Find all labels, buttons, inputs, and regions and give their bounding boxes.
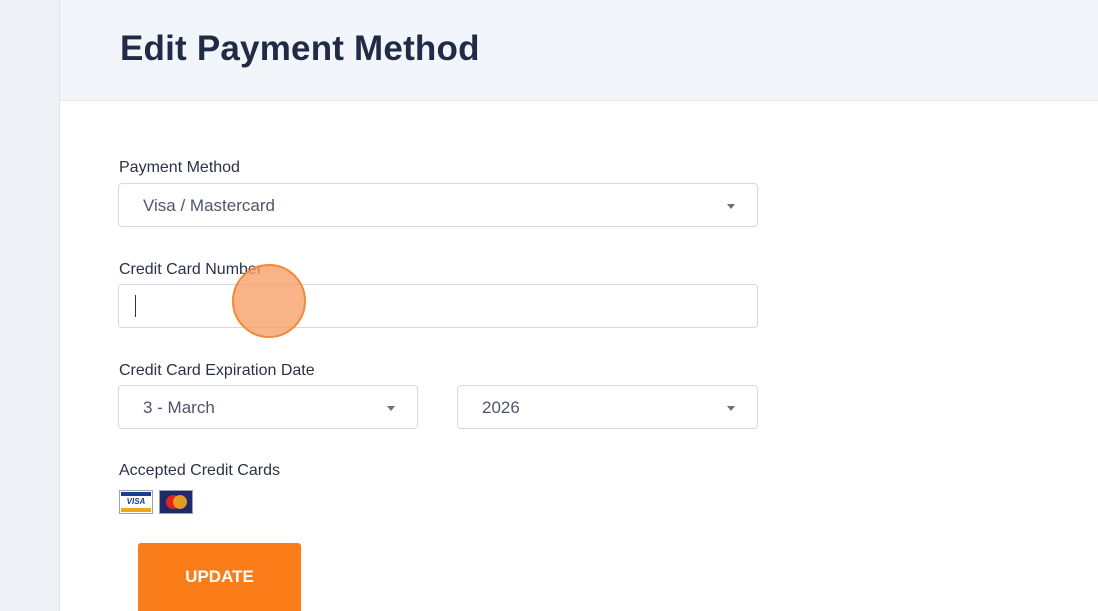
- click-indicator: [232, 264, 306, 338]
- expiration-month-value: 3 - March: [143, 398, 215, 417]
- text-cursor: [135, 295, 136, 317]
- left-rail: [0, 0, 60, 611]
- visa-card-icon: VISA: [119, 490, 153, 514]
- payment-method-select[interactable]: Visa / Mastercard: [118, 183, 758, 227]
- expiration-year-value: 2026: [482, 398, 520, 417]
- expiration-date-label: Credit Card Expiration Date: [119, 362, 315, 379]
- update-button[interactable]: UPDATE: [138, 543, 301, 611]
- expiration-month-select[interactable]: 3 - March: [118, 385, 418, 429]
- visa-mark: VISA: [126, 497, 146, 506]
- page: Edit Payment Method Payment Method Visa …: [0, 0, 1098, 611]
- page-title: Edit Payment Method: [120, 29, 480, 68]
- mastercard-icon: [159, 490, 193, 514]
- payment-method-value: Visa / Mastercard: [143, 196, 275, 215]
- accepted-cards-logos: VISA: [119, 490, 193, 514]
- chevron-down-icon: [727, 406, 735, 411]
- chevron-down-icon: [387, 406, 395, 411]
- accepted-cards-label: Accepted Credit Cards: [119, 462, 280, 479]
- payment-method-label: Payment Method: [119, 159, 240, 176]
- card-number-input[interactable]: [118, 284, 758, 328]
- chevron-down-icon: [727, 204, 735, 209]
- expiration-year-select[interactable]: 2026: [457, 385, 758, 429]
- card-header: Edit Payment Method: [60, 0, 1098, 101]
